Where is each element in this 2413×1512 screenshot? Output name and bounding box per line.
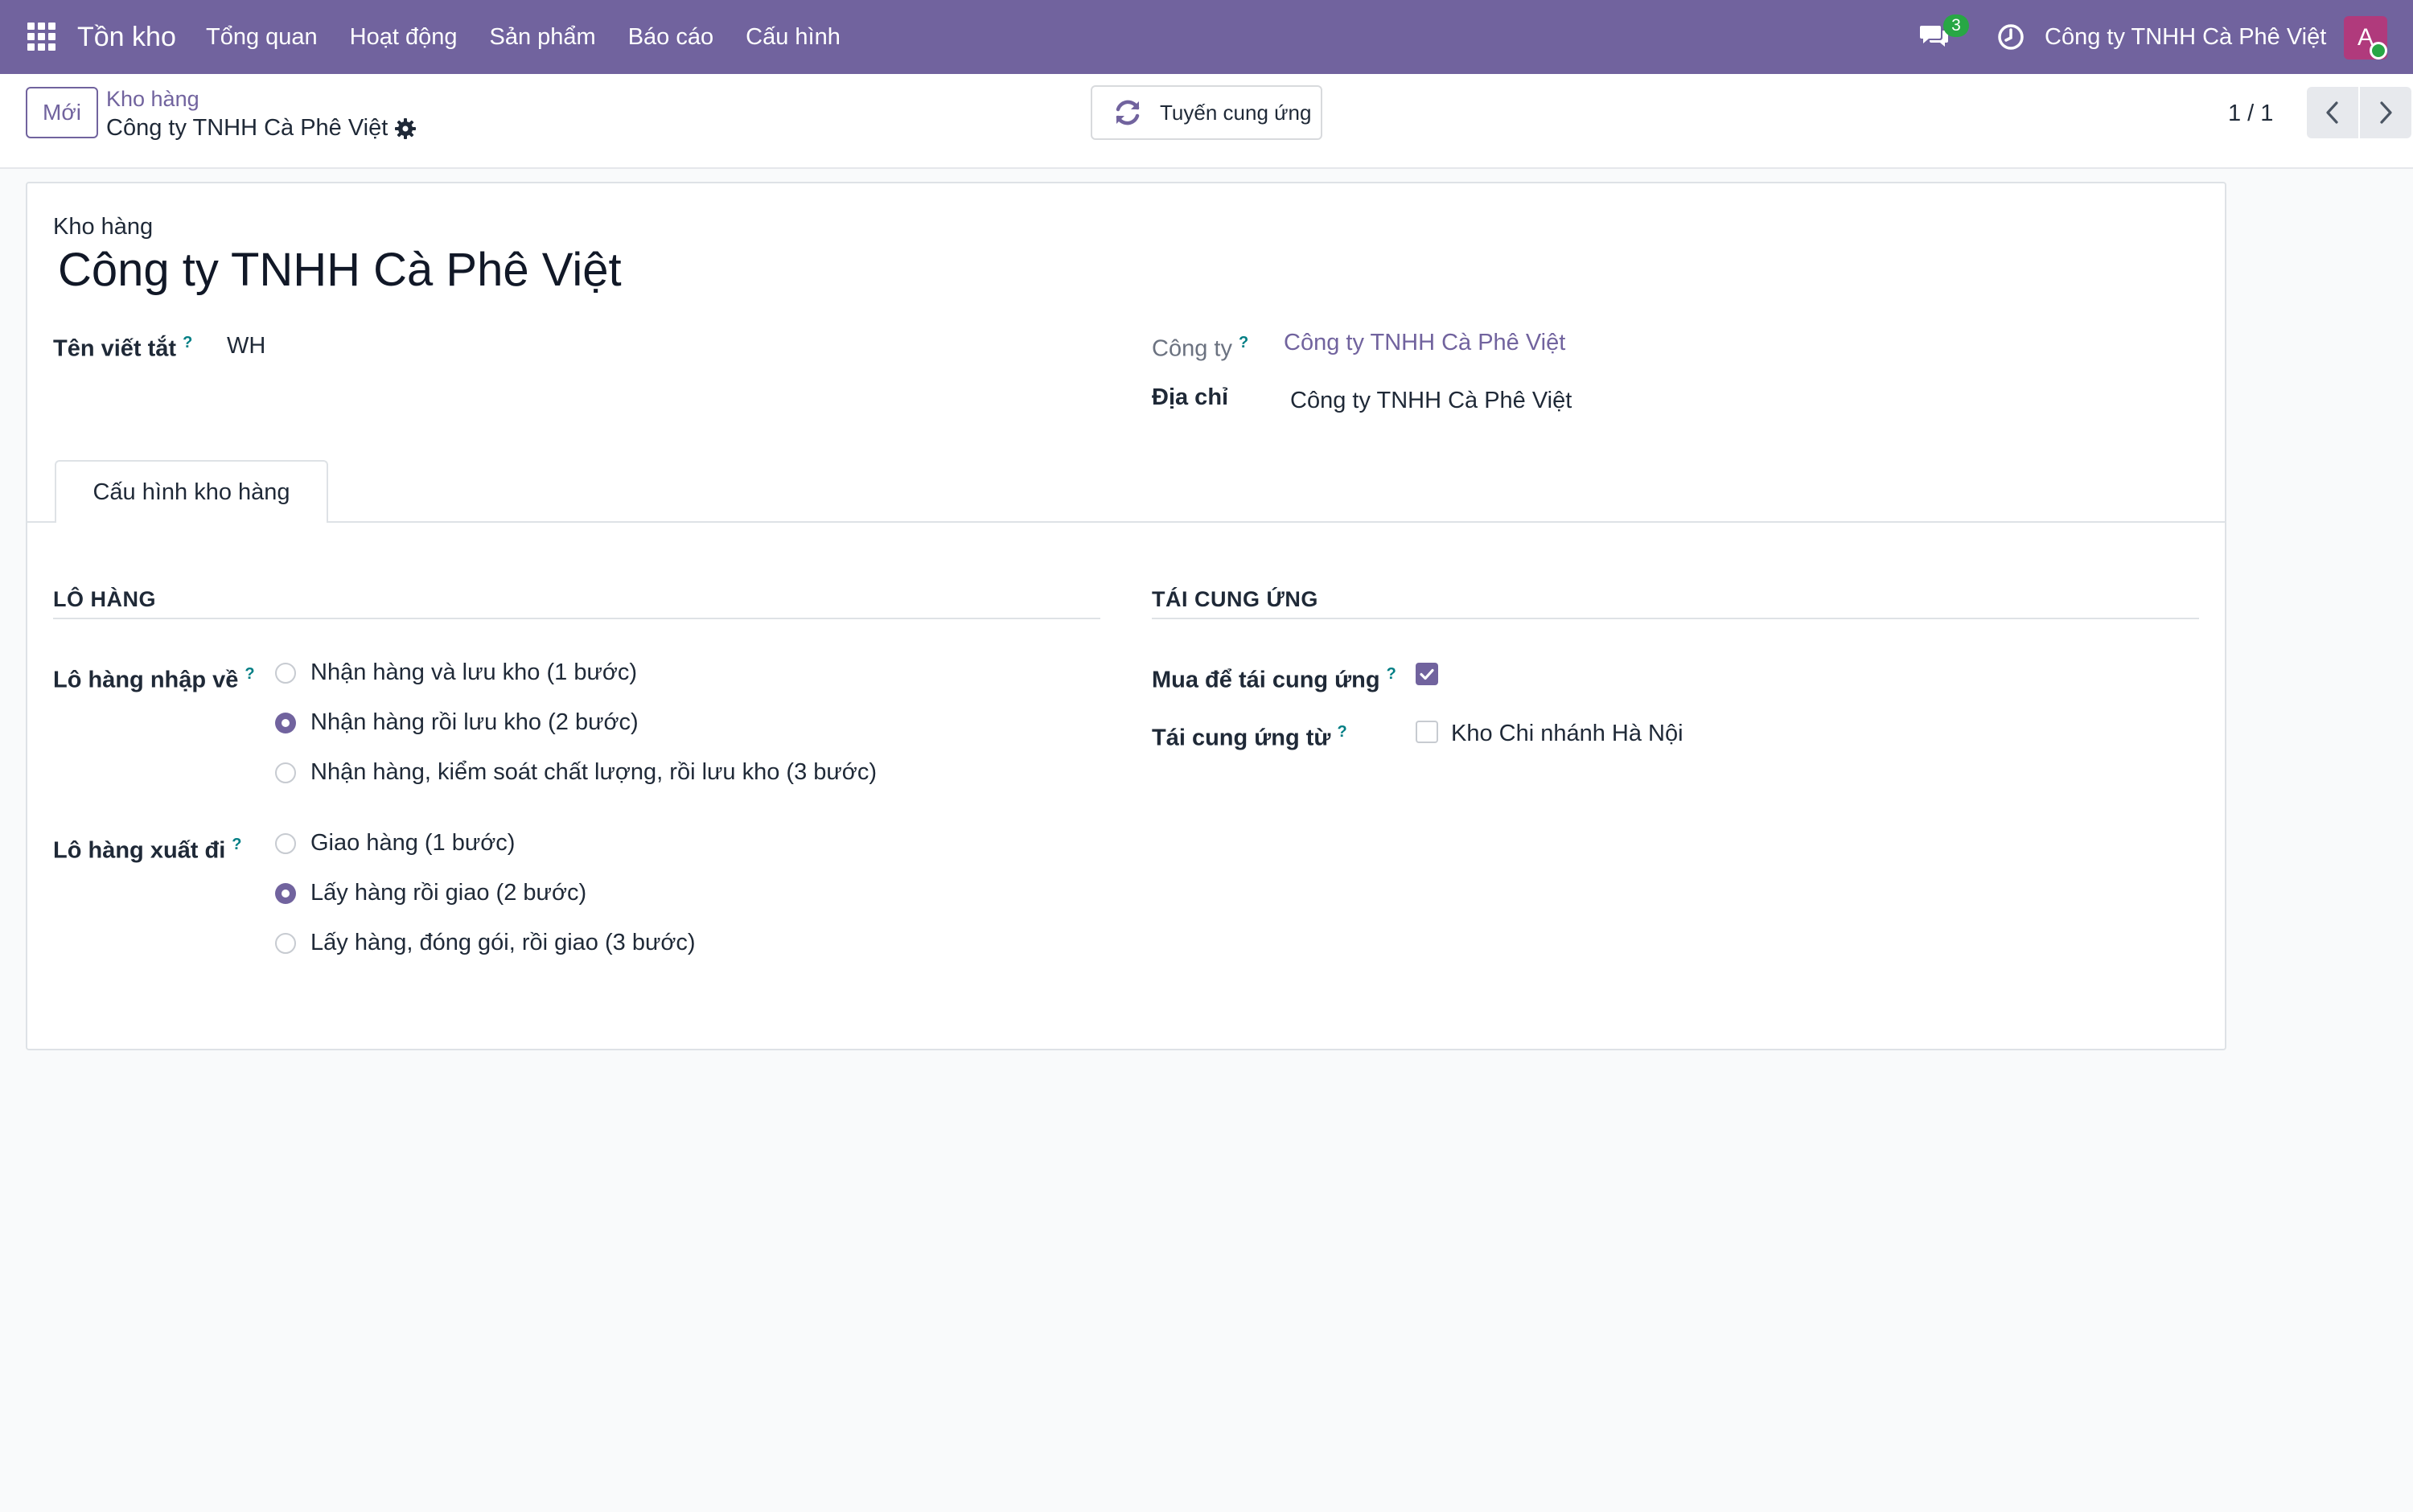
online-status-dot bbox=[2370, 42, 2387, 60]
new-button[interactable]: Mới bbox=[26, 87, 98, 138]
warehouse-name-field[interactable]: Công ty TNHH Cà Phê Việt bbox=[58, 241, 622, 299]
menu-overview[interactable]: Tổng quan bbox=[206, 21, 334, 53]
replenish-label: Tuyến cung ứng bbox=[1160, 101, 1312, 125]
gear-icon[interactable] bbox=[394, 117, 417, 140]
pager-next-button[interactable] bbox=[2360, 87, 2411, 138]
menu-reporting[interactable]: Báo cáo bbox=[612, 21, 730, 53]
incoming-shipments-label: Lô hàng nhập về? bbox=[53, 665, 255, 693]
radio-button-selected[interactable] bbox=[275, 712, 296, 733]
form-sheet: Kho hàng Công ty TNHH Cà Phê Việt Tên vi… bbox=[26, 182, 2226, 1050]
buy-to-resupply-checkbox[interactable] bbox=[1416, 663, 1438, 685]
company-switcher[interactable]: Công ty TNHH Cà Phê Việt bbox=[2045, 21, 2326, 53]
clock-icon[interactable] bbox=[1996, 23, 2025, 51]
replenish-button[interactable]: Tuyến cung ứng bbox=[1091, 85, 1322, 140]
short-name-label: Tên viết tắt? bbox=[53, 334, 193, 362]
resupply-section-title: TÁI CUNG ỨNG bbox=[1152, 587, 1318, 611]
company-field[interactable]: Công ty TNHH Cà Phê Việt bbox=[1284, 328, 1565, 357]
checkmark-icon bbox=[1420, 668, 1434, 680]
radio-button[interactable] bbox=[275, 932, 296, 954]
chevron-left-icon bbox=[2326, 101, 2338, 124]
section-divider bbox=[1152, 618, 2199, 619]
tabs-divider bbox=[27, 521, 2225, 523]
record-type-label: Kho hàng bbox=[53, 214, 154, 240]
radio-button[interactable] bbox=[275, 832, 296, 854]
section-divider bbox=[53, 618, 1100, 619]
breadcrumb-current: Công ty TNHH Cà Phê Việt bbox=[106, 115, 388, 141]
resupply-from-label: Tái cung ứng từ? bbox=[1152, 723, 1347, 751]
menu-products[interactable]: Sản phẩm bbox=[474, 21, 612, 53]
pager-previous-button[interactable] bbox=[2307, 87, 2358, 138]
resupply-from-option-label[interactable]: Kho Chi nhánh Hà Nội bbox=[1451, 719, 1683, 748]
outgoing-shipments-label: Lô hàng xuất đi? bbox=[53, 836, 242, 864]
incoming-option-1-step[interactable]: Nhận hàng và lưu kho (1 bước) bbox=[275, 659, 637, 686]
main-menu: Tổng quan Hoạt động Sản phẩm Báo cáo Cấu… bbox=[206, 21, 857, 53]
radio-button[interactable] bbox=[275, 762, 296, 783]
app-name[interactable]: Tồn kho bbox=[77, 19, 176, 55]
help-icon[interactable]: ? bbox=[245, 665, 254, 683]
messages-count-badge: 3 bbox=[1943, 14, 1969, 37]
help-icon[interactable]: ? bbox=[1387, 665, 1396, 683]
address-field[interactable]: Công ty TNHH Cà Phê Việt bbox=[1290, 386, 1572, 415]
outgoing-option-2-steps[interactable]: Lấy hàng rồi giao (2 bước) bbox=[275, 880, 586, 906]
help-icon[interactable]: ? bbox=[1337, 723, 1346, 741]
menu-operations[interactable]: Hoạt động bbox=[334, 21, 474, 53]
apps-grid-icon[interactable] bbox=[27, 23, 56, 51]
pager-value[interactable]: 1 / 1 bbox=[2228, 98, 2273, 129]
shipments-section-title: LÔ HÀNG bbox=[53, 587, 156, 611]
menu-configuration[interactable]: Cấu hình bbox=[730, 21, 857, 53]
refresh-icon bbox=[1116, 100, 1140, 125]
address-label: Địa chỉ bbox=[1152, 384, 1229, 410]
outgoing-option-1-step[interactable]: Giao hàng (1 bước) bbox=[275, 830, 515, 857]
help-icon[interactable]: ? bbox=[183, 334, 192, 351]
radio-button[interactable] bbox=[275, 662, 296, 684]
resupply-from-checkbox[interactable] bbox=[1416, 721, 1438, 743]
buy-to-resupply-label: Mua để tái cung ứng? bbox=[1152, 665, 1396, 693]
breadcrumb-parent[interactable]: Kho hàng bbox=[106, 85, 199, 113]
incoming-option-3-steps[interactable]: Nhận hàng, kiểm soát chất lượng, rồi lưu… bbox=[275, 759, 877, 786]
short-name-field[interactable]: WH bbox=[227, 331, 265, 360]
help-icon[interactable]: ? bbox=[232, 836, 241, 853]
incoming-option-2-steps[interactable]: Nhận hàng rồi lưu kho (2 bước) bbox=[275, 709, 639, 736]
company-label: Công ty? bbox=[1152, 334, 1249, 362]
outgoing-option-3-steps[interactable]: Lấy hàng, đóng gói, rồi giao (3 bước) bbox=[275, 930, 696, 956]
tab-warehouse-configuration[interactable]: Cấu hình kho hàng bbox=[55, 460, 328, 523]
radio-button-selected[interactable] bbox=[275, 882, 296, 904]
chevron-right-icon bbox=[2380, 101, 2392, 124]
help-icon[interactable]: ? bbox=[1239, 334, 1248, 351]
control-panel: Mới Kho hàng Công ty TNHH Cà Phê Việt Tu… bbox=[0, 74, 2413, 169]
top-navbar: Tồn kho Tổng quan Hoạt động Sản phẩm Báo… bbox=[0, 0, 2413, 74]
